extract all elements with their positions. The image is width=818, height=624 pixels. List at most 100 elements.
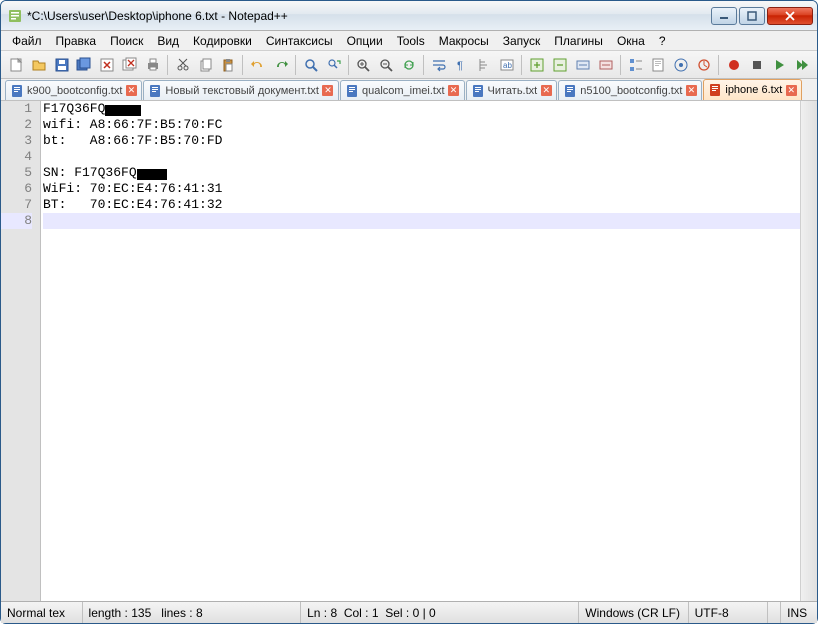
toolbar-separator [348, 55, 350, 75]
toolbar-separator [521, 55, 523, 75]
sync-button[interactable] [398, 54, 420, 76]
indent-guide-button[interactable] [474, 54, 496, 76]
editor-line[interactable]: WiFi: 70:EC:E4:76:41:31 [43, 181, 800, 197]
stop-button[interactable] [746, 54, 768, 76]
open-file-button[interactable] [28, 54, 50, 76]
new-file-button[interactable] [5, 54, 27, 76]
tab[interactable]: Новый текстовый документ.txt✕ [143, 80, 339, 100]
menu-файл[interactable]: Файл [5, 32, 49, 50]
status-length: length : 135 lines : 8 [83, 602, 302, 623]
menu-правка[interactable]: Правка [49, 32, 104, 50]
record-button[interactable] [723, 54, 745, 76]
status-position: Ln : 8 Col : 1 Sel : 0 | 0 [301, 602, 579, 623]
tab-label: k900_bootconfig.txt [27, 85, 122, 97]
toolbar-separator [620, 55, 622, 75]
editor-line[interactable]: BT: 70:EC:E4:76:41:32 [43, 197, 800, 213]
close-button[interactable] [767, 7, 813, 25]
file-icon [10, 84, 24, 98]
file-icon [708, 83, 722, 97]
tab-close-icon[interactable]: ✕ [448, 85, 460, 97]
menu-плагины[interactable]: Плагины [547, 32, 610, 50]
paste-button[interactable] [217, 54, 239, 76]
zoom-out-button[interactable] [375, 54, 397, 76]
play-multi-button[interactable] [791, 54, 813, 76]
vertical-scrollbar[interactable] [800, 101, 817, 601]
zoom-in-button[interactable] [353, 54, 375, 76]
tab[interactable]: n5100_bootconfig.txt✕ [558, 80, 702, 100]
close-button[interactable] [96, 54, 118, 76]
tab[interactable]: k900_bootconfig.txt✕ [5, 80, 142, 100]
tab-close-icon[interactable]: ✕ [322, 85, 334, 97]
app-icon [7, 8, 23, 24]
maximize-button[interactable] [739, 7, 765, 25]
show-symbol-button[interactable] [670, 54, 692, 76]
file-icon [345, 84, 359, 98]
line-number: 7 [1, 197, 32, 213]
tab-label: qualcom_imei.txt [362, 85, 445, 97]
word-wrap-button[interactable] [428, 54, 450, 76]
tab-close-icon[interactable]: ✕ [785, 84, 797, 96]
menu-окна[interactable]: Окна [610, 32, 652, 50]
editor-line[interactable]: SN: F17Q36FQ [43, 165, 800, 181]
save-button[interactable] [51, 54, 73, 76]
play-button[interactable] [769, 54, 791, 76]
func-list-button[interactable] [625, 54, 647, 76]
tab[interactable]: qualcom_imei.txt✕ [340, 80, 465, 100]
menu-опции[interactable]: Опции [340, 32, 390, 50]
uncomment-button[interactable] [595, 54, 617, 76]
text-editor[interactable]: F17Q36FQwifi: A8:66:7F:B5:70:FCbt: A8:66… [41, 101, 800, 601]
titlebar: *C:\Users\user\Desktop\iphone 6.txt - No… [1, 1, 817, 31]
toolbar-separator [167, 55, 169, 75]
toolbar-separator [295, 55, 297, 75]
toolbar-separator [242, 55, 244, 75]
cut-button[interactable] [172, 54, 194, 76]
minimize-button[interactable] [711, 7, 737, 25]
lang-button[interactable]: ab [496, 54, 518, 76]
print-button[interactable] [142, 54, 164, 76]
editor-line[interactable] [43, 149, 800, 165]
redo-button[interactable] [270, 54, 292, 76]
editor-line[interactable]: bt: A8:66:7F:B5:70:FD [43, 133, 800, 149]
menu-?[interactable]: ? [652, 32, 673, 50]
file-icon [148, 84, 162, 98]
menu-кодировки[interactable]: Кодировки [186, 32, 259, 50]
tab-close-icon[interactable]: ✕ [685, 85, 697, 97]
tab-close-icon[interactable]: ✕ [540, 85, 552, 97]
toolbar-separator [423, 55, 425, 75]
tab[interactable]: Читать.txt✕ [466, 80, 558, 100]
comment-button[interactable] [572, 54, 594, 76]
unfold-button[interactable] [549, 54, 571, 76]
menu-вид[interactable]: Вид [150, 32, 186, 50]
file-icon [563, 84, 577, 98]
doc-map-button[interactable] [647, 54, 669, 76]
menu-запуск[interactable]: Запуск [496, 32, 548, 50]
menu-макросы[interactable]: Макросы [432, 32, 496, 50]
copy-button[interactable] [195, 54, 217, 76]
line-gutter: 12345678 [1, 101, 41, 601]
editor-line[interactable]: F17Q36FQ [43, 101, 800, 117]
replace-button[interactable] [323, 54, 345, 76]
file-icon [471, 84, 485, 98]
editor-line[interactable]: wifi: A8:66:7F:B5:70:FC [43, 117, 800, 133]
undo-button[interactable] [247, 54, 269, 76]
close-all-button[interactable] [119, 54, 141, 76]
monitor-button[interactable] [693, 54, 715, 76]
tab-label: Новый текстовый документ.txt [165, 85, 319, 97]
redacted-text [137, 169, 167, 180]
find-button[interactable] [300, 54, 322, 76]
menu-tools[interactable]: Tools [390, 32, 432, 50]
save-all-button[interactable] [73, 54, 95, 76]
window-title: *C:\Users\user\Desktop\iphone 6.txt - No… [27, 9, 711, 23]
tab-label: n5100_bootconfig.txt [580, 85, 682, 97]
svg-text:¶: ¶ [457, 60, 463, 72]
fold-button[interactable] [526, 54, 548, 76]
line-number: 2 [1, 117, 32, 133]
editor-line[interactable] [43, 213, 800, 229]
menu-синтаксисы[interactable]: Синтаксисы [259, 32, 340, 50]
tab[interactable]: iphone 6.txt✕ [703, 79, 802, 100]
toolbar: ¶ ab [1, 51, 817, 79]
show-all-chars-button[interactable]: ¶ [451, 54, 473, 76]
tab-close-icon[interactable]: ✕ [125, 85, 137, 97]
status-language: Normal tex [1, 602, 83, 623]
menu-поиск[interactable]: Поиск [103, 32, 150, 50]
